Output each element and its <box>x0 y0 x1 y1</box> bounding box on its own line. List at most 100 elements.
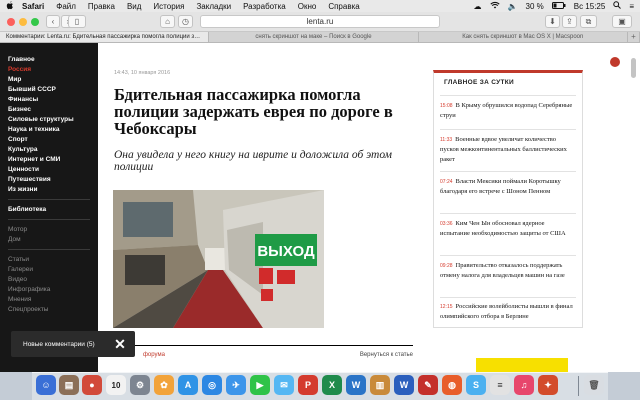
nav-item-life[interactable]: Из жизни <box>8 186 37 194</box>
menu-edit[interactable]: Правка <box>88 2 115 11</box>
nav-item-main[interactable]: Главное <box>8 56 35 64</box>
nav-item-travel[interactable]: Путешествия <box>8 176 51 184</box>
top-news-item[interactable]: 09:28 Правительство отказалось поддержать… <box>440 261 576 281</box>
top-news-item[interactable]: 03:36 Ким Чен Ын обосновал ядерное испыта… <box>440 219 576 239</box>
contacts-icon[interactable]: ▤ <box>59 375 79 395</box>
word-document-icon[interactable]: W <box>394 375 414 395</box>
excel-icon[interactable]: X <box>322 375 342 395</box>
nav-item-library[interactable]: Библиотека <box>8 206 46 214</box>
nav-item-finance[interactable]: Финансы <box>8 96 38 104</box>
top-news-item[interactable]: 11:33 Военные вдвое увеличат количество п… <box>440 135 576 165</box>
nav-item-culture[interactable]: Культура <box>8 146 38 154</box>
cloud-icon[interactable]: ☁ <box>474 2 482 11</box>
apple-icon[interactable] <box>6 0 14 12</box>
nav-item-values[interactable]: Ценности <box>8 166 39 174</box>
promo-banner[interactable] <box>476 358 568 372</box>
wifi-icon[interactable] <box>489 1 500 11</box>
downloads-button[interactable]: ⬇ <box>545 15 560 28</box>
clock[interactable]: Вс 15:25 <box>574 2 606 11</box>
nav-item-russia[interactable]: Россия <box>8 66 31 74</box>
menu-history[interactable]: История <box>153 2 184 11</box>
home-button[interactable]: ⌂ <box>160 15 175 28</box>
history-button[interactable]: ◷ <box>178 15 193 28</box>
screen: Safari Файл Правка Вид История Закладки … <box>0 0 640 400</box>
menu-window[interactable]: Окно <box>298 2 317 11</box>
menu-file[interactable]: Файл <box>56 2 76 11</box>
nav-item-infographics[interactable]: Инфографика <box>8 286 50 294</box>
nav-item-galleries[interactable]: Галереи <box>8 266 33 274</box>
itunes-icon[interactable]: ♫ <box>514 375 534 395</box>
top-news-item[interactable]: 07:24 Власти Мексики поймали Коротышку бл… <box>440 177 576 197</box>
nav-item-opinions[interactable]: Мнения <box>8 296 31 304</box>
word-icon[interactable]: W <box>346 375 366 395</box>
menu-app-safari[interactable]: Safari <box>22 2 44 11</box>
tab-overview-button[interactable]: ⧉ <box>580 15 597 28</box>
search-icon[interactable] <box>613 1 622 11</box>
scrollbar-thumb[interactable] <box>631 58 636 78</box>
battery-percent[interactable]: 30 % <box>526 2 544 11</box>
menu-view[interactable]: Вид <box>127 2 141 11</box>
list-icon[interactable]: ≡ <box>629 2 634 11</box>
photos-icon[interactable]: ✿ <box>154 375 174 395</box>
downloader-icon[interactable]: ✦ <box>538 375 558 395</box>
menu-develop[interactable]: Разработка <box>243 2 286 11</box>
top-news-divider <box>440 297 576 298</box>
nav-item-world[interactable]: Мир <box>8 76 21 84</box>
nav-item-articles[interactable]: Статьи <box>8 256 29 264</box>
tabs-icon: ⧉ <box>585 16 592 26</box>
safari-icon[interactable]: ◎ <box>202 375 222 395</box>
forum-link[interactable]: форума <box>143 352 165 358</box>
notes-icon[interactable]: ≡ <box>490 375 510 395</box>
mail-icon[interactable]: ✈ <box>226 375 246 395</box>
messages-icon[interactable]: ✉ <box>274 375 294 395</box>
menu-help[interactable]: Справка <box>328 2 359 11</box>
powerpoint-icon[interactable]: P <box>298 375 318 395</box>
reader-button[interactable]: ▣ <box>612 15 632 28</box>
top-news-text: Российские волейболисты вышли в финал ол… <box>440 303 573 320</box>
nav-item-business[interactable]: Бизнес <box>8 106 31 114</box>
image-editor-icon[interactable]: ◍ <box>442 375 462 395</box>
screenshot-app-icon[interactable]: ✎ <box>418 375 438 395</box>
tab-google-search[interactable]: снять скриншот на маке – Поиск в Google <box>209 32 419 42</box>
app-store-icon[interactable]: A <box>178 375 198 395</box>
volume-icon[interactable]: 🔈 <box>508 2 518 11</box>
nav-item-video[interactable]: Видео <box>8 276 27 284</box>
scroll-top-icon[interactable] <box>610 57 620 67</box>
skype-icon[interactable]: S <box>466 375 486 395</box>
nav-item-ex-ussr[interactable]: Бывший СССР <box>8 86 56 94</box>
address-bar[interactable]: lenta.ru <box>200 15 440 28</box>
back-button[interactable]: ‹ <box>46 15 60 28</box>
nav-item-science[interactable]: Наука и техника <box>8 126 60 134</box>
trash-icon[interactable]: 🗑 <box>584 375 604 395</box>
nav-item-sport[interactable]: Спорт <box>8 136 28 144</box>
calendar-icon[interactable]: 10 <box>106 375 126 395</box>
tab-macspoon[interactable]: Как снять скриншот в Mac OS X | Macspoon <box>419 32 628 42</box>
new-tab-button[interactable]: + <box>628 32 640 42</box>
share-button[interactable]: ⇪ <box>562 15 577 28</box>
nav-item-home[interactable]: Дом <box>8 236 21 244</box>
photobooth-icon[interactable]: ● <box>82 375 102 395</box>
top-news-item[interactable]: 12:15 Российские волейболисты вышли в фин… <box>440 302 576 322</box>
sidebar-button[interactable]: ▯ <box>68 15 86 28</box>
close-icon[interactable]: ✕ <box>111 334 129 354</box>
tab-lenta[interactable]: Комментарии: Lenta.ru: Бдительная пассаж… <box>0 32 210 42</box>
nav-item-security[interactable]: Силовые структуры <box>8 116 74 124</box>
facetime-icon[interactable]: ▶ <box>250 375 270 395</box>
nav-item-specials[interactable]: Спецпроекты <box>8 306 48 314</box>
nav-item-motor[interactable]: Мотор <box>8 226 27 234</box>
close-window-icon[interactable] <box>7 18 15 26</box>
battery-icon[interactable] <box>551 1 566 11</box>
nav-item-media[interactable]: Интернет и СМИ <box>8 156 60 164</box>
top-news-divider <box>440 213 576 214</box>
sidebar-icon: ▯ <box>74 17 80 26</box>
back-to-article-link[interactable]: Вернуться к статье <box>360 352 413 358</box>
finder-icon[interactable]: ☺ <box>36 375 56 395</box>
minimize-window-icon[interactable] <box>19 18 27 26</box>
system-preferences-icon[interactable]: ⚙ <box>130 375 150 395</box>
menu-bookmarks[interactable]: Закладки <box>196 2 231 11</box>
new-comments-popup[interactable]: Новые комментарии (5) ✕ <box>11 331 135 357</box>
zoom-window-icon[interactable] <box>31 18 39 26</box>
top-news-item[interactable]: 15:08 В Крыму обрушился водопад Серебряны… <box>440 101 576 121</box>
top-news-divider <box>440 255 576 256</box>
books-icon[interactable]: ▥ <box>370 375 390 395</box>
